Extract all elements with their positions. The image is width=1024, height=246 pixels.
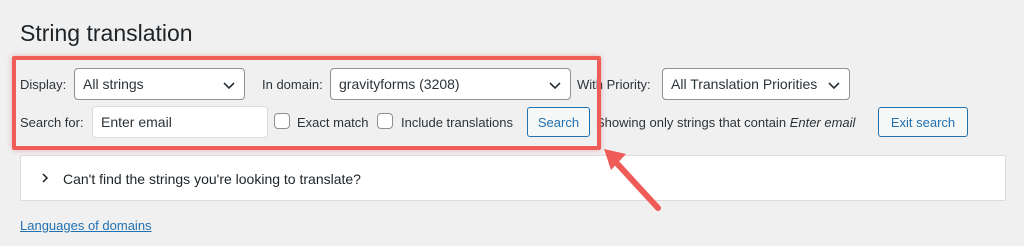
display-select[interactable]: All strings (74, 68, 245, 100)
include-translations-checkbox[interactable] (377, 113, 393, 129)
help-panel-text: Can't find the strings you're looking to… (63, 171, 361, 187)
domain-select[interactable]: gravityforms (3208) (330, 68, 571, 100)
strings-help-panel[interactable]: Can't find the strings you're looking to… (20, 155, 1006, 201)
search-status-prefix: Showing only strings that contain (596, 115, 787, 130)
include-translations-label: Include translations (401, 115, 514, 130)
chevron-right-icon (42, 173, 49, 183)
display-label: Display: (20, 77, 67, 92)
search-status-term: Enter email (789, 115, 856, 130)
chevron-down-icon (828, 82, 840, 90)
domain-select-value: gravityforms (3208) (339, 76, 460, 92)
display-select-value: All strings (83, 76, 144, 92)
search-label: Search for: (20, 115, 84, 130)
exit-search-button[interactable]: Exit search (878, 107, 968, 137)
priority-select-value: All Translation Priorities (671, 76, 818, 92)
page-title: String translation (20, 20, 193, 46)
priority-label: With Priority: (577, 77, 651, 92)
chevron-down-icon (549, 82, 561, 90)
search-input[interactable] (92, 106, 268, 138)
priority-select[interactable]: All Translation Priorities (662, 68, 850, 100)
exact-match-checkbox[interactable] (274, 113, 290, 129)
exact-match-label: Exact match (297, 115, 369, 130)
search-status-text: Showing only strings that contain Enter … (596, 115, 855, 130)
domain-label: In domain: (262, 77, 323, 92)
search-button[interactable]: Search (527, 107, 590, 137)
chevron-down-icon (223, 82, 235, 90)
languages-of-domains-link[interactable]: Languages of domains (20, 218, 152, 233)
